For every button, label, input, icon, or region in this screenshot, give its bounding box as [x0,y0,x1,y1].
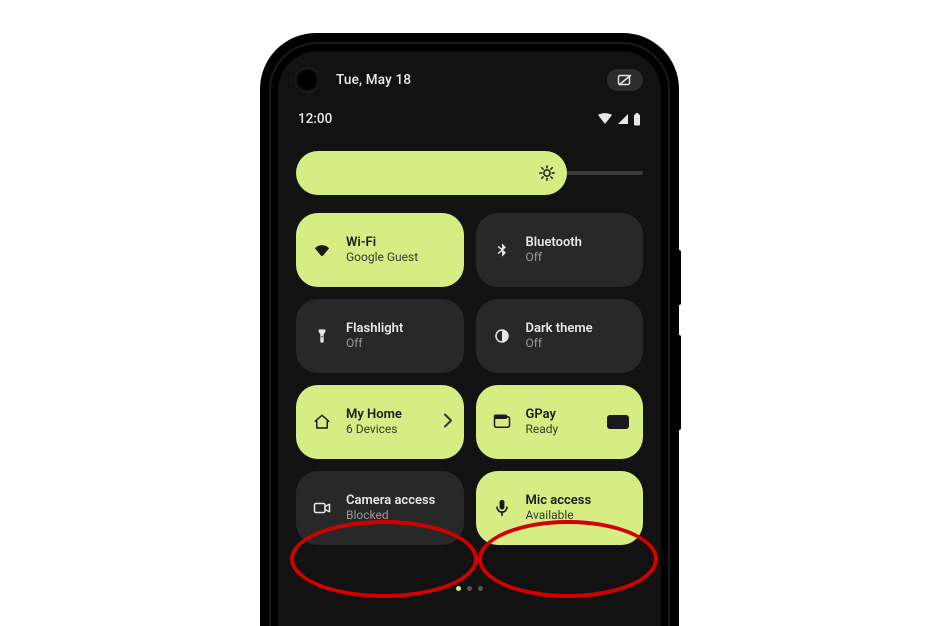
flashlight-tile[interactable]: Flashlight Off [296,299,464,373]
tile-subtitle: Google Guest [346,251,418,265]
wifi-status-icon [597,113,613,125]
page-dot [478,586,483,591]
mic-access-tile[interactable]: Mic access Available [476,471,644,545]
status-date: Tue, May 18 [336,72,411,88]
brightness-icon [537,163,557,183]
page-dot [467,586,472,591]
dark-theme-tile[interactable]: Dark theme Off [476,299,644,373]
screenshot-off-icon [617,74,633,86]
power-button [677,250,681,305]
microphone-icon [490,499,514,517]
tile-subtitle: 6 Devices [346,423,402,437]
flashlight-icon [310,327,334,345]
signal-status-icon [617,113,629,125]
bluetooth-tile[interactable]: Bluetooth Off [476,213,644,287]
wifi-tile[interactable]: Wi-Fi Google Guest [296,213,464,287]
tile-title: Bluetooth [526,236,582,251]
tile-title: GPay [526,408,559,423]
wifi-icon [310,241,334,259]
payment-card-icon [607,415,629,429]
brightness-slider[interactable] [296,151,643,195]
tile-title: Dark theme [526,322,593,337]
page-dot-active [456,586,461,591]
tile-title: My Home [346,408,402,423]
volume-rocker [677,335,681,430]
status-time: 12:00 [298,111,332,127]
bluetooth-icon [490,241,514,259]
tile-title: Camera access [346,494,435,509]
tile-subtitle: Available [526,509,592,523]
screen-record-chip[interactable] [607,69,643,91]
chevron-right-icon [444,413,452,432]
battery-status-icon [633,113,641,126]
tile-title: Wi-Fi [346,236,418,251]
tile-title: Mic access [526,494,592,509]
phone-frame: Tue, May 18 12:00 [262,35,677,626]
quick-settings-tiles: Wi-Fi Google Guest Bluetooth Off [296,213,643,545]
tile-subtitle: Ready [526,423,559,437]
dark-theme-icon [490,327,514,345]
home-icon [310,413,334,431]
tile-subtitle: Blocked [346,509,435,523]
front-camera-hole [296,69,318,91]
brightness-fill [296,151,567,195]
tile-subtitle: Off [346,337,403,351]
tile-subtitle: Off [526,251,582,265]
page-dots [278,586,661,591]
tile-subtitle: Off [526,337,593,351]
camera-access-tile[interactable]: Camera access Blocked [296,471,464,545]
home-tile[interactable]: My Home 6 Devices [296,385,464,459]
camera-icon [310,501,334,515]
status-icons [597,113,641,126]
tile-title: Flashlight [346,322,403,337]
phone-screen: Tue, May 18 12:00 [278,51,661,626]
wallet-icon [490,414,514,430]
gpay-tile[interactable]: GPay Ready [476,385,644,459]
